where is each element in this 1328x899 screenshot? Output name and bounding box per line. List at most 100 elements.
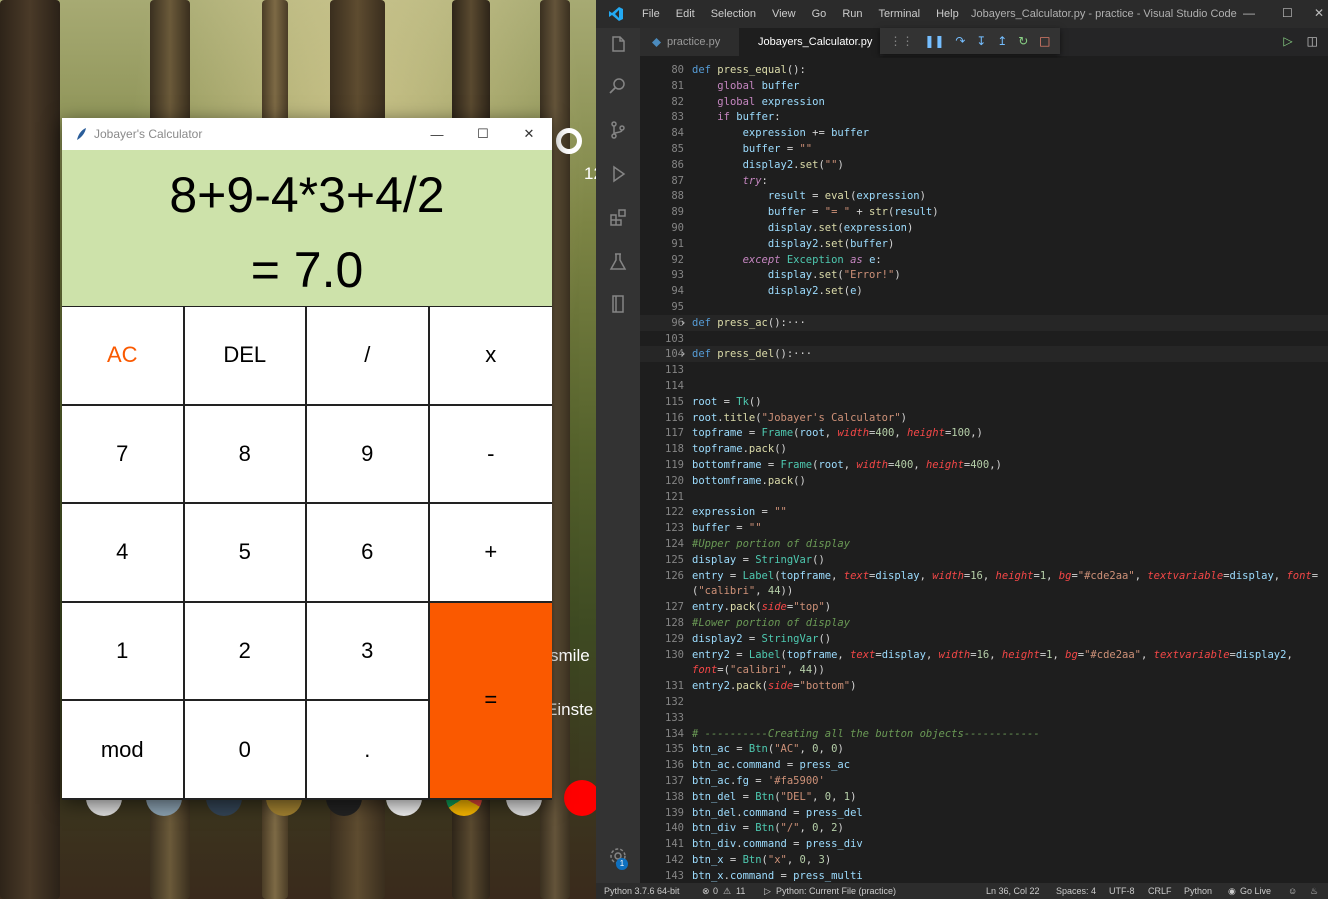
code-line[interactable]: 122 expression = "" xyxy=(640,504,1328,520)
end-of-line[interactable]: CRLF xyxy=(1148,886,1172,896)
code-line[interactable]: 129 display2 = StringVar() xyxy=(640,631,1328,647)
menu-selection[interactable]: Selection xyxy=(703,8,764,20)
code-line[interactable]: 114 xyxy=(640,378,1328,394)
bell-icon[interactable]: ♨ xyxy=(1310,886,1318,897)
calculator-titlebar[interactable]: Jobayer's Calculator — ☐ ✕ xyxy=(62,118,552,150)
tab-practice[interactable]: practice.py xyxy=(640,28,740,56)
key-7[interactable]: 7 xyxy=(62,405,185,505)
code-line[interactable]: 117 topframe = Frame(root, width=400, hei… xyxy=(640,425,1328,441)
testing-icon[interactable] xyxy=(608,252,628,272)
extensions-icon[interactable] xyxy=(608,208,628,228)
code-line[interactable]: 83 if buffer: xyxy=(640,109,1328,125)
code-line[interactable]: 80 def press_equal(): xyxy=(640,62,1328,78)
code-line[interactable]: 94 display2.set(e) xyxy=(640,283,1328,299)
code-line[interactable]: 104 def press_del():··· › xyxy=(640,346,1328,363)
code-line[interactable]: ("calibri", 44)) xyxy=(640,583,1328,599)
notebook-icon[interactable] xyxy=(608,294,628,314)
key-minus[interactable]: - xyxy=(429,405,552,505)
menu-view[interactable]: View xyxy=(764,8,804,20)
code-line[interactable]: 123 buffer = "" xyxy=(640,520,1328,536)
close-button[interactable]: ✕ xyxy=(506,118,552,150)
menu-file[interactable]: File xyxy=(634,8,668,20)
code-line[interactable]: 135 btn_ac = Btn("AC", 0, 0) xyxy=(640,741,1328,757)
code-line[interactable]: 132 xyxy=(640,694,1328,710)
key-divide[interactable]: / xyxy=(307,307,430,406)
minimize-button[interactable]: — xyxy=(414,118,460,150)
code-line[interactable]: 137 btn_ac.fg = '#fa5900' xyxy=(640,773,1328,789)
menu-help[interactable]: Help xyxy=(928,8,967,20)
code-line[interactable]: 121 xyxy=(640,489,1328,505)
indentation[interactable]: Spaces: 4 xyxy=(1056,886,1096,896)
code-line[interactable]: 96 def press_ac():··· › xyxy=(640,314,1328,331)
maximize-button[interactable]: ☐ xyxy=(460,118,506,150)
code-line[interactable]: 86 display2.set("") xyxy=(640,157,1328,173)
fold-chevron-icon[interactable]: › xyxy=(680,346,686,362)
code-line[interactable]: 131 entry2.pack(side="bottom") xyxy=(640,678,1328,694)
code-line[interactable]: 139 btn_del.command = press_del xyxy=(640,805,1328,821)
key-4[interactable]: 4 xyxy=(62,504,185,603)
step-into-icon[interactable]: ↧ xyxy=(976,34,986,48)
code-editor[interactable]: 80 def press_equal(): 81 global buffer 82 g… xyxy=(640,58,1328,883)
menu-terminal[interactable]: Terminal xyxy=(871,8,929,20)
key-2[interactable]: 2 xyxy=(184,602,307,702)
language-mode[interactable]: Python xyxy=(1184,886,1212,896)
stop-icon[interactable]: □ xyxy=(1039,34,1050,48)
code-line[interactable]: 116 root.title("Jobayer's Calculator") xyxy=(640,410,1328,426)
key-plus[interactable]: + xyxy=(429,504,552,603)
key-equals[interactable]: = xyxy=(429,602,552,800)
key-8[interactable]: 8 xyxy=(184,405,307,505)
code-line[interactable]: 92 except Exception as e: xyxy=(640,252,1328,268)
key-mod[interactable]: mod xyxy=(62,701,185,800)
maximize-button[interactable]: ☐ xyxy=(1282,6,1293,20)
code-line[interactable]: 103 xyxy=(640,331,1328,347)
code-line[interactable]: 84 expression += buffer xyxy=(640,125,1328,141)
code-line[interactable]: 142 btn_x = Btn("x", 0, 3) xyxy=(640,852,1328,868)
code-line[interactable]: 88 result = eval(expression) xyxy=(640,188,1328,204)
code-line[interactable]: 133 xyxy=(640,710,1328,726)
key-1[interactable]: 1 xyxy=(62,602,185,702)
code-line[interactable]: 118 topframe.pack() xyxy=(640,441,1328,457)
step-over-icon[interactable]: ↷ xyxy=(955,34,965,48)
code-line[interactable]: 125 display = StringVar() xyxy=(640,552,1328,568)
code-line[interactable]: 87 try: xyxy=(640,173,1328,189)
step-out-icon[interactable]: ↥ xyxy=(997,34,1007,48)
feedback-icon[interactable]: ☺ xyxy=(1288,886,1297,896)
code-line[interactable]: 140 btn_div = Btn("/", 0, 2) xyxy=(640,820,1328,836)
menu-run[interactable]: Run xyxy=(834,8,870,20)
go-live[interactable]: Go Live xyxy=(1240,886,1271,896)
cursor-position[interactable]: Ln 36, Col 22 xyxy=(986,886,1040,896)
key-6[interactable]: 6 xyxy=(307,504,430,603)
code-line[interactable]: 143 btn_x.command = press_multi xyxy=(640,868,1328,883)
explorer-icon[interactable] xyxy=(608,34,628,54)
code-line[interactable]: 93 display.set("Error!") xyxy=(640,267,1328,283)
fold-chevron-icon[interactable]: › xyxy=(680,315,686,331)
key-0[interactable]: 0 xyxy=(184,701,307,800)
drag-handle-icon[interactable]: ⋮⋮ xyxy=(889,34,913,48)
menu-go[interactable]: Go xyxy=(804,8,835,20)
menu-edit[interactable]: Edit xyxy=(668,8,703,20)
code-line[interactable]: 134 # ----------Creating all the button o… xyxy=(640,726,1328,742)
code-line[interactable]: 119 bottomframe = Frame(root, width=400, … xyxy=(640,457,1328,473)
code-line[interactable]: 81 global buffer xyxy=(640,78,1328,94)
errors-icon[interactable]: ⊗ xyxy=(702,886,710,897)
code-line[interactable]: 82 global expression xyxy=(640,94,1328,110)
run-config[interactable]: Python: Current File (practice) xyxy=(776,886,896,896)
minimize-button[interactable]: — xyxy=(1243,6,1255,20)
source-control-icon[interactable] xyxy=(608,120,628,140)
pause-icon[interactable]: ❚❚ xyxy=(924,34,944,48)
close-button[interactable]: ✕ xyxy=(1314,6,1324,20)
key-multiply[interactable]: x xyxy=(429,307,552,406)
code-line[interactable]: 90 display.set(expression) xyxy=(640,220,1328,236)
key-9[interactable]: 9 xyxy=(307,405,430,505)
key-ac[interactable]: AC xyxy=(62,307,185,406)
key-3[interactable]: 3 xyxy=(307,602,430,702)
key-5[interactable]: 5 xyxy=(184,504,307,603)
key-decimal[interactable]: . xyxy=(307,701,430,800)
restart-icon[interactable]: ↻ xyxy=(1018,34,1028,48)
key-del[interactable]: DEL xyxy=(184,307,307,406)
code-line[interactable]: 95 xyxy=(640,299,1328,315)
code-line[interactable]: 136 btn_ac.command = press_ac xyxy=(640,757,1328,773)
code-line[interactable]: font=("calibri", 44)) xyxy=(640,662,1328,678)
code-line[interactable]: 124 #Upper portion of display xyxy=(640,536,1328,552)
code-line[interactable]: 127 entry.pack(side="top") xyxy=(640,599,1328,615)
